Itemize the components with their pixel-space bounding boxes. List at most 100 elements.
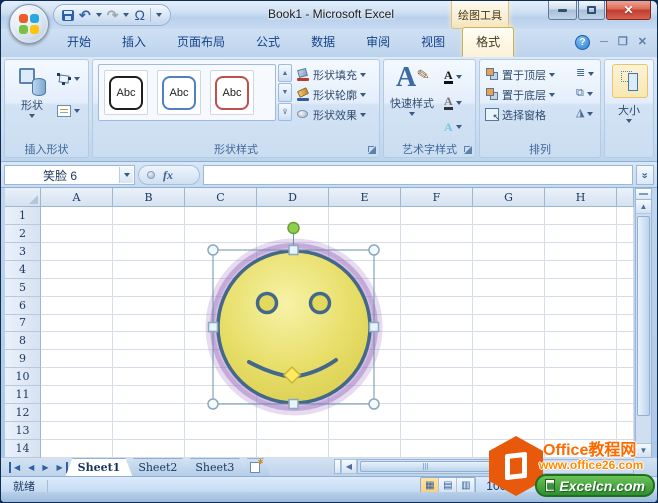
cell-G9[interactable] — [473, 350, 545, 368]
cell-G10[interactable] — [473, 368, 545, 386]
cell-C10[interactable] — [185, 368, 257, 386]
cell-E14[interactable] — [329, 440, 401, 458]
cell-partial-10[interactable] — [617, 368, 634, 386]
cell-A10[interactable] — [41, 368, 113, 386]
cell-H3[interactable] — [545, 243, 617, 261]
last-sheet-icon[interactable]: ▶ — [53, 462, 67, 473]
previous-sheet-icon[interactable]: ◀ — [25, 462, 37, 473]
cell-partial-8[interactable] — [617, 332, 634, 350]
cell-G1[interactable] — [473, 207, 545, 225]
cell-partial-13[interactable] — [617, 422, 634, 440]
tab-数据[interactable]: 数据 — [297, 27, 349, 57]
column-header-B[interactable]: B — [113, 188, 185, 207]
formula-input[interactable] — [203, 165, 633, 185]
cell-E8[interactable] — [329, 332, 401, 350]
symbol-omega-icon[interactable]: Ω — [134, 8, 144, 22]
gallery-up-icon[interactable]: ▲ — [278, 64, 292, 82]
cell-G14[interactable] — [473, 440, 545, 458]
rotate-button[interactable]: ◮ — [574, 107, 595, 120]
save-icon[interactable] — [62, 10, 74, 21]
cell-partial-1[interactable] — [617, 207, 634, 225]
cell-partial-3[interactable] — [617, 243, 634, 261]
cell-H4[interactable] — [545, 261, 617, 279]
cell-D7[interactable] — [257, 315, 329, 333]
close-button[interactable]: ✕ — [606, 1, 651, 20]
cell-F11[interactable] — [401, 386, 473, 404]
cell-C5[interactable] — [185, 279, 257, 297]
cell-F2[interactable] — [401, 225, 473, 243]
cell-B5[interactable] — [113, 279, 185, 297]
cell-A7[interactable] — [41, 315, 113, 333]
cell-D1[interactable] — [257, 207, 329, 225]
cell-E2[interactable] — [329, 225, 401, 243]
cell-C9[interactable] — [185, 350, 257, 368]
split-handle[interactable] — [636, 189, 651, 200]
cell-F10[interactable] — [401, 368, 473, 386]
vertical-scroll-thumb[interactable] — [637, 216, 650, 416]
cell-C2[interactable] — [185, 225, 257, 243]
name-box-dropdown[interactable] — [119, 167, 133, 183]
cell-B14[interactable] — [113, 440, 185, 458]
cell-E9[interactable] — [329, 350, 401, 368]
redo-dropdown-icon[interactable] — [123, 13, 129, 17]
cell-F14[interactable] — [401, 440, 473, 458]
restore-button[interactable] — [578, 1, 605, 20]
cell-partial-14[interactable] — [617, 440, 634, 458]
dialog-launcher-icon[interactable] — [464, 146, 472, 154]
horizontal-scroll-thumb[interactable] — [360, 461, 490, 472]
cell-B3[interactable] — [113, 243, 185, 261]
cell-F9[interactable] — [401, 350, 473, 368]
cell-G2[interactable] — [473, 225, 545, 243]
column-header-D[interactable]: D — [257, 188, 329, 207]
shape-style-gallery[interactable]: AbcAbcAbc — [98, 64, 276, 121]
first-sheet-icon[interactable]: ◀ — [9, 462, 23, 473]
cell-B11[interactable] — [113, 386, 185, 404]
cell-G8[interactable] — [473, 332, 545, 350]
row-header-6[interactable]: 6 — [5, 297, 41, 315]
quick-styles-button[interactable]: A✎ 快速样式 — [388, 64, 436, 116]
cell-D2[interactable] — [257, 225, 329, 243]
cell-E5[interactable] — [329, 279, 401, 297]
row-header-10[interactable]: 10 — [5, 368, 41, 386]
workbook-minimize-icon[interactable]: ─ — [600, 37, 608, 48]
cell-B8[interactable] — [113, 332, 185, 350]
shape-outline-button[interactable]: 形状轮廓 — [296, 86, 376, 103]
row-header-4[interactable]: 4 — [5, 261, 41, 279]
cell-E3[interactable] — [329, 243, 401, 261]
cell-G11[interactable] — [473, 386, 545, 404]
column-header-partial[interactable] — [617, 188, 634, 207]
tab-开始[interactable]: 开始 — [53, 27, 105, 57]
cell-C12[interactable] — [185, 404, 257, 422]
column-header-F[interactable]: F — [401, 188, 473, 207]
cell-D5[interactable] — [257, 279, 329, 297]
row-header-14[interactable]: 14 — [5, 440, 41, 458]
scroll-up-icon[interactable]: ▲ — [636, 200, 651, 214]
redo-icon[interactable]: ↷ — [107, 8, 119, 22]
cell-A1[interactable] — [41, 207, 113, 225]
cell-D3[interactable] — [257, 243, 329, 261]
cell-F12[interactable] — [401, 404, 473, 422]
row-header-11[interactable]: 11 — [5, 386, 41, 404]
cell-H1[interactable] — [545, 207, 617, 225]
normal-view-button[interactable]: ▦ — [421, 478, 439, 493]
undo-icon[interactable]: ↶ — [79, 8, 91, 22]
cell-E11[interactable] — [329, 386, 401, 404]
cell-D12[interactable] — [257, 404, 329, 422]
text-effects-button[interactable]: A — [442, 120, 464, 134]
row-header-12[interactable]: 12 — [5, 404, 41, 422]
cell-H7[interactable] — [545, 315, 617, 333]
cell-A13[interactable] — [41, 422, 113, 440]
cell-F6[interactable] — [401, 297, 473, 315]
cell-E7[interactable] — [329, 315, 401, 333]
cell-A11[interactable] — [41, 386, 113, 404]
column-header-H[interactable]: H — [545, 188, 617, 207]
workbook-restore-icon[interactable]: ❐ — [618, 37, 628, 48]
shape-effects-button[interactable]: 形状效果 — [296, 106, 376, 123]
name-box[interactable]: 笑脸 6 — [4, 165, 135, 185]
cell-F13[interactable] — [401, 422, 473, 440]
edit-shape-button[interactable] — [55, 72, 82, 86]
cell-G3[interactable] — [473, 243, 545, 261]
horizontal-scrollbar[interactable]: ◀ — [334, 459, 634, 474]
cell-H12[interactable] — [545, 404, 617, 422]
cell-D13[interactable] — [257, 422, 329, 440]
